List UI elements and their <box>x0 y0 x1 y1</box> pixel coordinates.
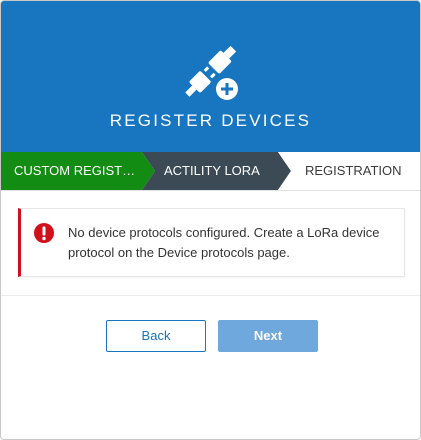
step-custom-registration[interactable]: CUSTOM REGIST… <box>14 163 135 178</box>
error-circle-icon <box>34 223 54 243</box>
next-button[interactable]: Next <box>218 320 318 352</box>
step-actility-lora[interactable]: ACTILITY LORA <box>164 163 260 178</box>
dialog-header: REGISTER DEVICES <box>1 1 420 152</box>
register-devices-dialog: REGISTER DEVICES CUSTOM REGIST… ACTILITY… <box>0 0 421 440</box>
footer-divider <box>1 295 420 296</box>
step-registration: REGISTRATION <box>305 163 402 178</box>
wizard-steps: CUSTOM REGIST… ACTILITY LORA REGISTRATIO… <box>1 152 420 191</box>
dialog-title: REGISTER DEVICES <box>109 111 312 130</box>
back-button[interactable]: Back <box>106 320 206 352</box>
plug-add-icon <box>185 45 238 100</box>
error-alert: No device protocols configured. Create a… <box>18 208 405 277</box>
alert-message: No device protocols configured. Create a… <box>68 225 380 260</box>
